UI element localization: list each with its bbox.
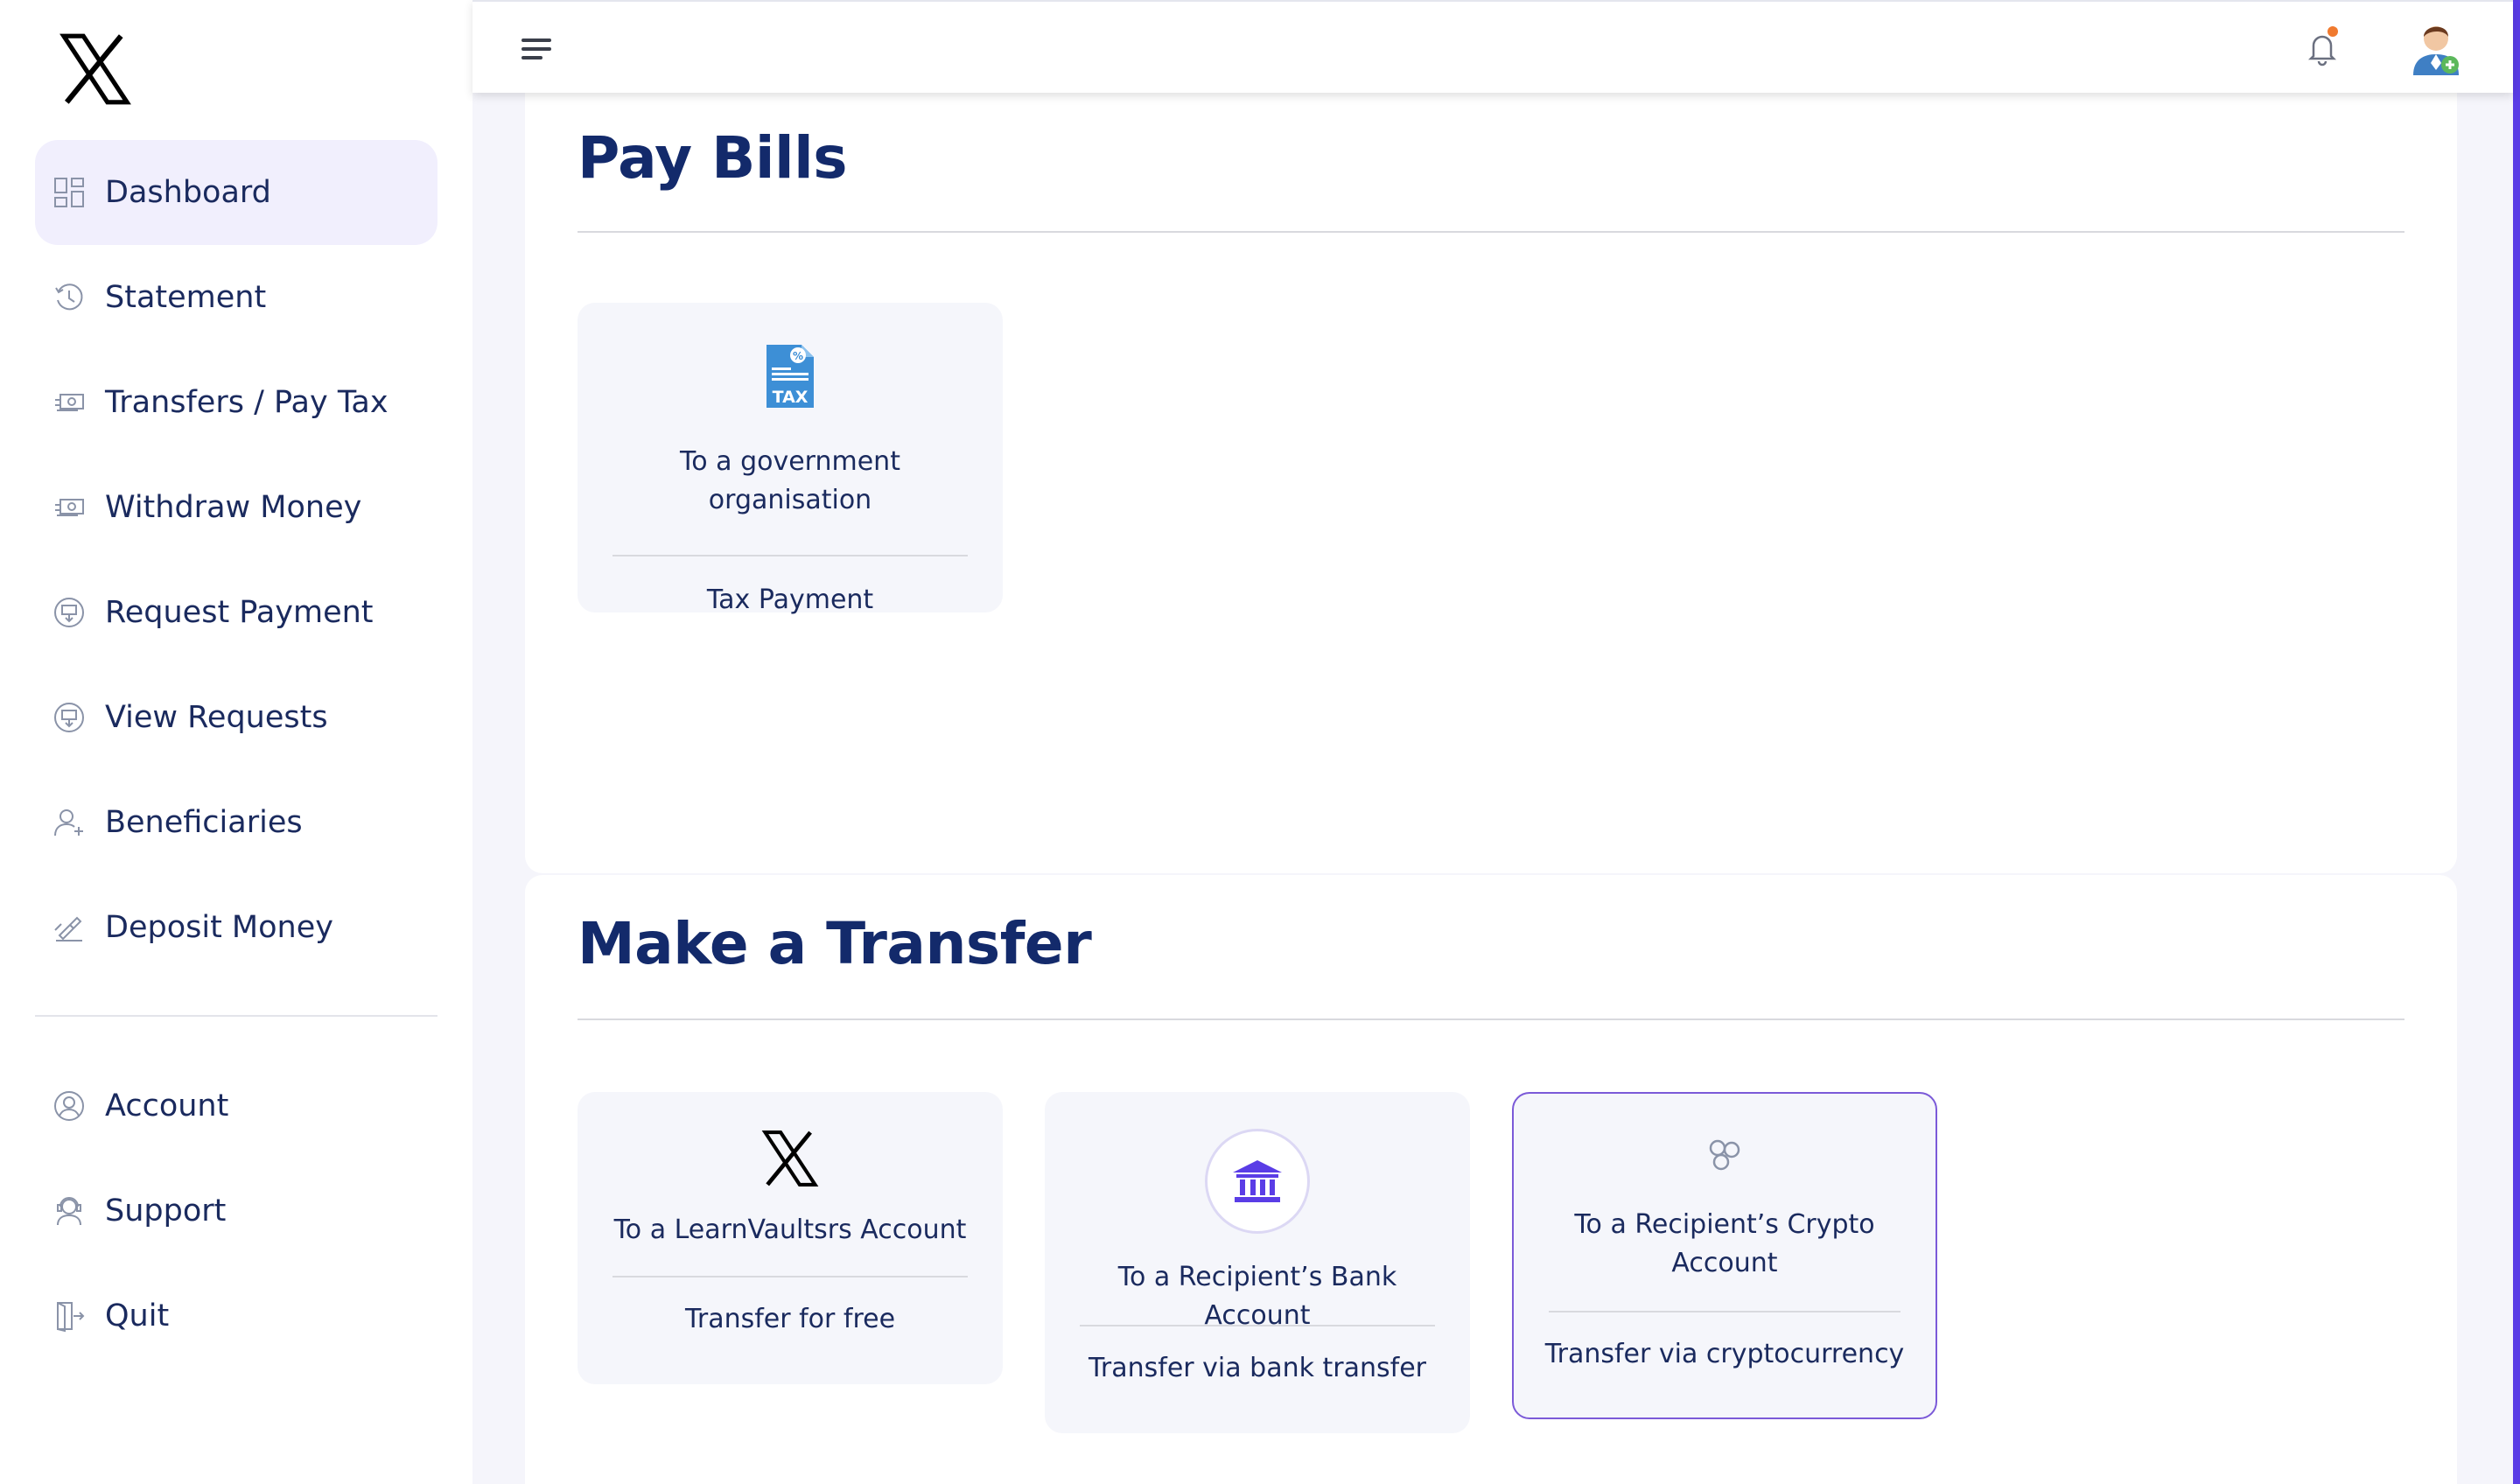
topbar [472,0,2513,93]
history-icon [52,281,86,314]
pay-bills-section: Pay Bills % TAX To a government organisa… [525,52,2457,873]
section-divider [578,231,2404,233]
sidebar-item-label: Transfers / Pay Tax [105,385,388,420]
dashboard-icon [52,176,86,209]
view-requests-icon [52,701,86,734]
request-payment-icon [52,596,86,629]
sidebar-item-label: Quit [105,1298,170,1334]
deposit-icon [52,911,86,944]
svg-text:%: % [793,350,803,362]
section-title: Make a Transfer [578,910,1092,977]
hamburger-menu-icon[interactable] [522,35,555,65]
sidebar: Dashboard Statement Transfers / Pay Tax … [0,0,472,1484]
card-title: To a Recipient’s Bank Account [1117,1262,1397,1331]
card-divider [1080,1325,1435,1326]
sidebar-item-quit[interactable]: Quit [35,1264,438,1368]
card-subtitle: Transfer via bank transfer [1088,1353,1426,1383]
section-divider [578,1018,2404,1020]
x-logo-icon[interactable] [58,32,133,107]
money-transfer-icon [52,386,86,419]
sidebar-item-beneficiaries[interactable]: Beneficiaries [35,770,438,875]
sidebar-item-support[interactable]: Support [35,1158,438,1264]
internal-transfer-card[interactable]: To a LearnVaultsrs Account Transfer for … [578,1092,1003,1384]
card-divider [612,1276,968,1278]
card-title: To a Recipient’s Crypto Account [1574,1209,1875,1278]
notification-dot [2328,26,2338,37]
sidebar-item-label: Account [105,1088,229,1124]
sidebar-item-view-requests[interactable]: View Requests [35,665,438,770]
scrollbar-accent [2513,0,2520,1484]
bank-icon [1205,1129,1310,1234]
card-divider [1549,1311,1900,1312]
crypto-coins-icon [1705,1138,1744,1176]
sidebar-item-label: Dashboard [105,175,271,210]
sidebar-item-request-payment[interactable]: Request Payment [35,560,438,665]
card-subtitle: Transfer for free [684,1304,896,1334]
card-subtitle: Tax Payment [706,584,874,615]
card-title: To a government organisation [680,446,900,515]
bell-icon[interactable] [2305,26,2340,66]
sidebar-item-withdraw[interactable]: Withdraw Money [35,455,438,560]
sidebar-item-label: Support [105,1194,227,1228]
sidebar-item-statement[interactable]: Statement [35,245,438,350]
sidebar-item-dashboard[interactable]: Dashboard [35,140,438,245]
section-title: Pay Bills [578,124,848,192]
tax-document-icon: % TAX [763,341,817,415]
support-agent-icon [52,1194,86,1228]
sidebar-item-transfers[interactable]: Transfers / Pay Tax [35,350,438,455]
sidebar-item-label: Statement [105,280,267,315]
money-withdraw-icon [52,491,86,524]
card-divider [612,555,968,556]
card-subtitle: Transfer via cryptocurrency [1544,1339,1905,1369]
tax-payment-card[interactable]: % TAX To a government organisation Tax P… [578,303,1003,615]
crypto-transfer-card[interactable]: To a Recipient’s Crypto Account Transfer… [1512,1092,1937,1419]
sidebar-item-label: View Requests [105,700,328,735]
sidebar-item-label: Deposit Money [105,910,333,945]
user-avatar-icon[interactable] [2410,18,2462,75]
sidebar-item-account[interactable]: Account [35,1054,438,1158]
sidebar-divider [35,1015,438,1017]
svg-text:TAX: TAX [773,388,808,407]
make-transfer-section: Make a Transfer To a LearnVaultsrs Accou… [525,875,2457,1484]
sidebar-item-label: Withdraw Money [105,490,362,525]
sidebar-item-deposit[interactable]: Deposit Money [35,875,438,980]
exit-door-icon [52,1299,86,1333]
sidebar-nav: Dashboard Statement Transfers / Pay Tax … [35,140,438,1368]
user-circle-icon [52,1089,86,1123]
card-title: To a LearnVaultsrs Account [613,1214,967,1245]
sidebar-item-label: Beneficiaries [105,805,303,840]
user-add-icon [52,806,86,839]
bank-transfer-card[interactable]: To a Recipient’s Bank Account Transfer v… [1045,1092,1470,1433]
x-logo-icon [760,1129,820,1192]
sidebar-item-label: Request Payment [105,595,374,630]
